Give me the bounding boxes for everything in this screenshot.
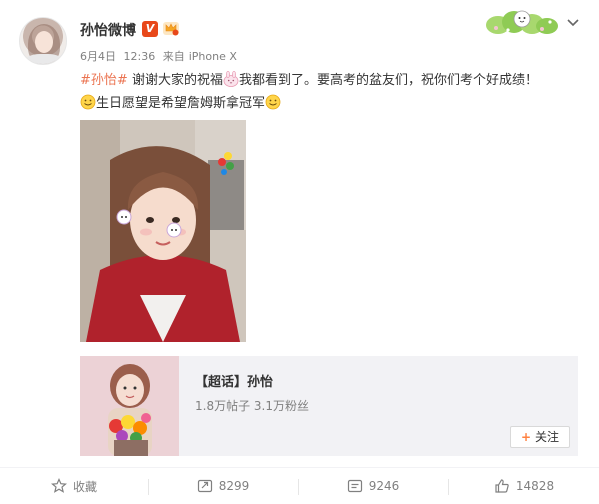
action-bar: 收藏 8299 9246 14828 bbox=[0, 468, 599, 504]
post-photo[interactable] bbox=[80, 120, 246, 342]
follow-label: 关注 bbox=[535, 430, 560, 444]
supertopic-image bbox=[80, 356, 179, 456]
author-name[interactable]: 孙怡微博 bbox=[80, 20, 136, 40]
supertopic-fan-count: 3.1万粉丝 bbox=[253, 399, 310, 413]
post-time[interactable]: 12:36 bbox=[124, 50, 156, 63]
supertopic-title[interactable]: 【超话】孙怡 bbox=[195, 371, 273, 390]
source-prefix: 来自 bbox=[162, 50, 185, 63]
post-meta: 6月4日 12:36 来自 iPhone X bbox=[80, 48, 241, 64]
smile-emoji-icon bbox=[80, 94, 96, 110]
post-text-part-1: 谢谢大家的祝福 bbox=[131, 73, 223, 88]
favorite-button[interactable]: 收藏 bbox=[0, 468, 148, 504]
star-icon bbox=[51, 478, 67, 493]
favorite-label: 收藏 bbox=[72, 479, 97, 494]
selfie-image bbox=[80, 120, 246, 342]
bunny-emoji-icon bbox=[223, 71, 239, 87]
verified-badge-icon: V bbox=[142, 21, 158, 37]
author-avatar[interactable] bbox=[19, 17, 67, 65]
supertopic-post-count: 1.8万帖子 bbox=[195, 399, 251, 413]
supertopic-thumbnail[interactable] bbox=[80, 356, 179, 456]
card-decoration-icon bbox=[486, 10, 558, 34]
post-text-line-2-content: 生日愿望是希望詹姆斯拿冠军 bbox=[96, 96, 266, 111]
smile-emoji-icon bbox=[265, 94, 281, 110]
thumbs-up-icon bbox=[495, 479, 509, 493]
repost-button[interactable]: 8299 bbox=[149, 468, 297, 504]
topic-link[interactable]: #孙怡# bbox=[80, 73, 128, 88]
post-text-part-2: 我都看到了。要高考的盆友们，祝你们考个好成绩！ bbox=[238, 73, 538, 88]
comment-count: 9246 bbox=[368, 479, 400, 493]
post-source[interactable]: iPhone X bbox=[189, 50, 237, 63]
like-button[interactable]: 14828 bbox=[449, 468, 599, 504]
supertopic-card[interactable]: 【超话】孙怡 1.8万帖子 3.1万粉丝 + 关注 bbox=[80, 356, 578, 456]
follow-button[interactable]: + 关注 bbox=[510, 426, 570, 448]
comment-icon bbox=[347, 479, 362, 493]
supertopic-stats: 1.8万帖子 3.1万粉丝 bbox=[195, 397, 309, 414]
repost-icon bbox=[197, 479, 212, 493]
repost-count: 8299 bbox=[218, 479, 250, 493]
comment-button[interactable]: 9246 bbox=[299, 468, 447, 504]
chevron-down-icon[interactable] bbox=[566, 15, 580, 29]
post-text-line-1: #孙怡# 谢谢大家的祝福 我都看到了。要高考的盆友们，祝你们考个好成绩！ bbox=[80, 71, 538, 91]
plus-icon: + bbox=[520, 430, 532, 444]
post-date[interactable]: 6月4日 bbox=[80, 50, 116, 63]
like-count: 14828 bbox=[515, 479, 555, 493]
post-text-line-2: 生日愿望是希望詹姆斯拿冠军 bbox=[80, 94, 281, 114]
member-crown-icon[interactable] bbox=[162, 19, 180, 37]
